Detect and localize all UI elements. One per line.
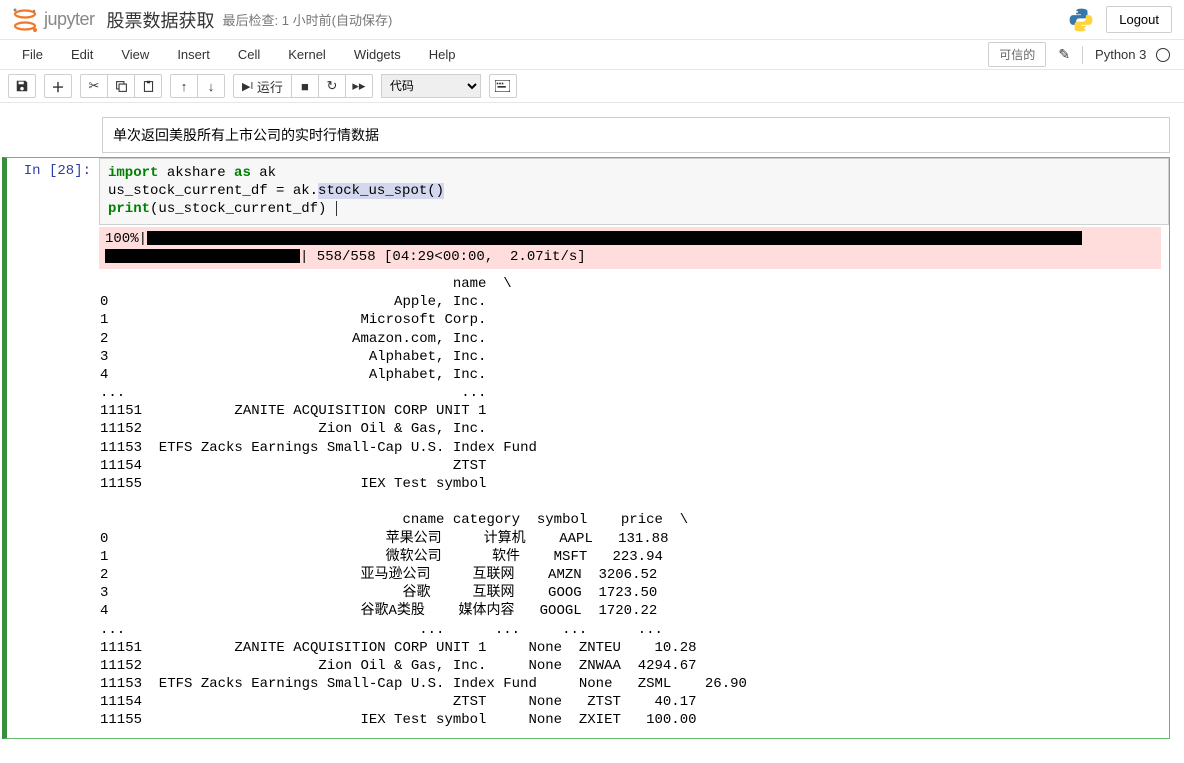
kernel-indicator[interactable]: Python 3 [1095, 47, 1170, 63]
input-prompt: In [28]: [7, 158, 99, 738]
menu-kernel[interactable]: Kernel [274, 41, 340, 68]
code-cell[interactable]: In [28]: import akshare as ak us_stock_c… [2, 157, 1170, 739]
jupyter-logo[interactable]: jupyter [12, 7, 95, 33]
output-stdout: name \ 0 Apple, Inc. 1 Microsoft Corp. 2… [99, 275, 1161, 730]
menubar: File Edit View Insert Cell Kernel Widget… [0, 40, 1184, 70]
run-icon: ▶ [242, 80, 250, 93]
text-cursor [336, 201, 337, 216]
interrupt-button[interactable]: ■ [291, 74, 319, 98]
notebook-name[interactable]: 股票数据获取 [107, 7, 215, 33]
menu-widgets[interactable]: Widgets [340, 41, 415, 68]
menu-view[interactable]: View [107, 41, 163, 68]
menu-cell[interactable]: Cell [224, 41, 274, 68]
restart-run-all-button[interactable]: ▸▸ [345, 74, 373, 98]
menu-help[interactable]: Help [415, 41, 470, 68]
run-button[interactable]: ▶I 运行 [233, 74, 292, 98]
jupyter-icon [12, 7, 38, 33]
output-stderr: 100%| | 558/558 [04:29<00:00, 2.07it/s] [99, 227, 1161, 269]
command-palette-button[interactable] [489, 74, 517, 98]
notebook-header: jupyter 股票数据获取 最后检查: 1 小时前 (自动保存) Logout [0, 0, 1184, 40]
notebook-container: 单次返回美股所有上市公司的实时行情数据 In [28]: import aksh… [0, 103, 1184, 763]
kernel-status-icon [1156, 48, 1170, 62]
code-input[interactable]: import akshare as ak us_stock_current_df… [99, 158, 1169, 225]
copy-button[interactable] [107, 74, 135, 98]
menu-edit[interactable]: Edit [57, 41, 107, 68]
celltype-select[interactable]: 代码 [381, 74, 481, 98]
menu-file[interactable]: File [8, 41, 57, 68]
logout-button[interactable]: Logout [1106, 6, 1172, 33]
markdown-cell[interactable]: 单次返回美股所有上市公司的实时行情数据 [2, 117, 1170, 153]
move-up-button[interactable]: ↑ [170, 74, 198, 98]
toolbar: ＋ ✂ ↑ ↓ ▶I 运行 ■ ↻ ▸▸ 代码 [0, 70, 1184, 103]
kernel-name: Python 3 [1095, 47, 1146, 62]
insert-cell-button[interactable]: ＋ [44, 74, 72, 98]
checkpoint-status: 最后检查: 1 小时前 [223, 10, 332, 29]
trusted-indicator[interactable]: 可信的 [988, 42, 1046, 67]
output-area: 100%| | 558/558 [04:29<00:00, 2.07it/s] … [99, 225, 1169, 738]
save-button[interactable] [8, 74, 36, 98]
jupyter-text: jupyter [44, 9, 95, 30]
cut-button[interactable]: ✂ [80, 74, 108, 98]
restart-button[interactable]: ↻ [318, 74, 346, 98]
autosave-status: (自动保存) [332, 10, 393, 29]
menu-insert[interactable]: Insert [163, 41, 224, 68]
python-icon [1068, 7, 1094, 33]
move-down-button[interactable]: ↓ [197, 74, 225, 98]
markdown-content: 单次返回美股所有上市公司的实时行情数据 [102, 117, 1170, 153]
paste-button[interactable] [134, 74, 162, 98]
edit-icon[interactable]: ✎ [1058, 46, 1070, 63]
